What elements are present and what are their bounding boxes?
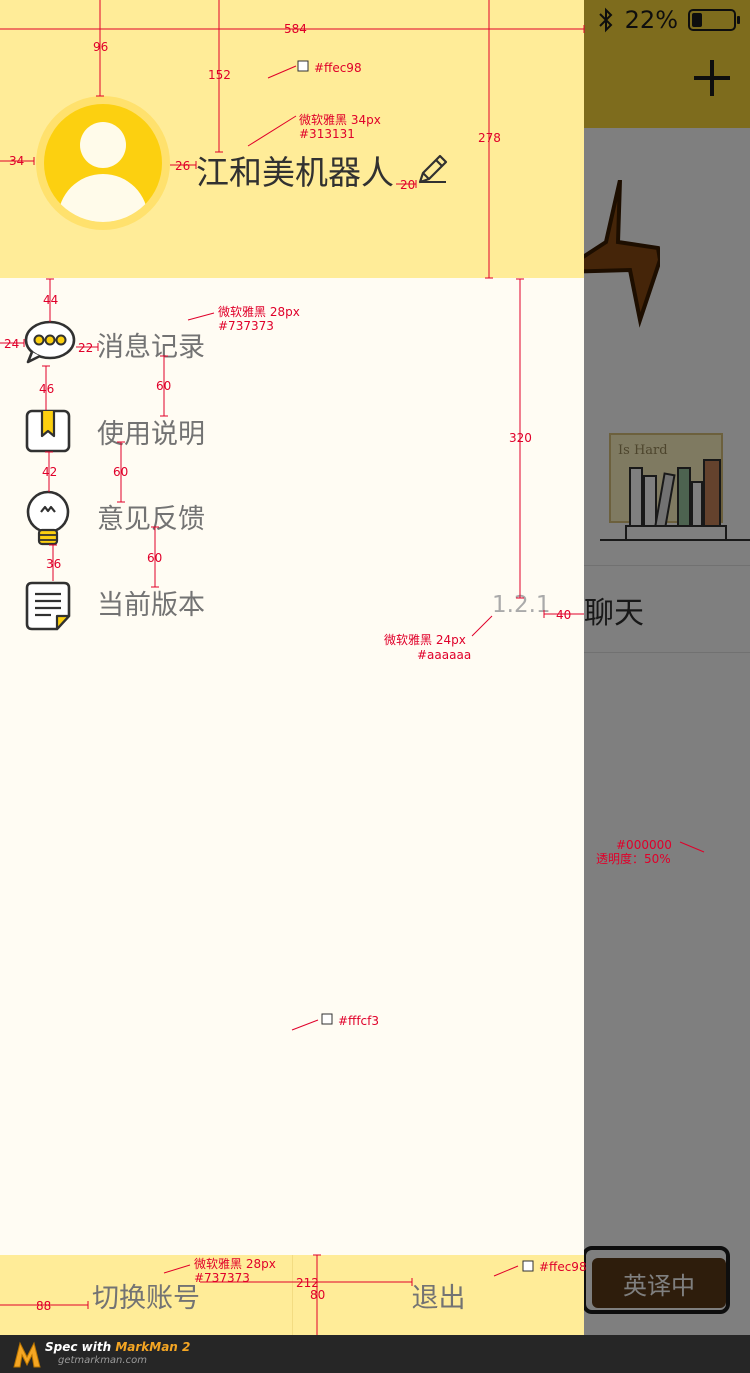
side-drawer: 江和美机器人 消息记录 使用说明 意见反馈 当前版本 1.2.1 切换账号 退出 [0,0,584,1335]
user-avatar-icon[interactable] [44,104,162,222]
markman-title: Spec with MarkMan 2 [45,1340,191,1354]
bookmark-book-icon [25,409,71,453]
menu-label-feedback: 意见反馈 [97,504,205,535]
logout-button[interactable]: 退出 [293,1255,584,1335]
markman-logo-icon [13,1341,41,1368]
user-name: 江和美机器人 [196,153,394,192]
pencil-icon[interactable] [416,152,450,186]
document-note-icon [25,581,71,631]
markman-footer-bar: Spec with MarkMan 2 getmarkman.com [0,1335,750,1373]
drawer-footer: 切换账号 退出 [0,1255,584,1335]
markman-url: getmarkman.com [58,1355,147,1366]
drawer-header: 江和美机器人 [0,0,584,278]
menu-label-instructions: 使用说明 [97,419,205,450]
lightbulb-icon [26,490,70,546]
menu-label-message-history: 消息记录 [97,332,205,363]
version-number: 1.2.1 [492,592,551,618]
chat-bubble-icon [24,320,76,364]
switch-account-button[interactable]: 切换账号 [0,1255,292,1335]
menu-label-current-version: 当前版本 [97,590,205,621]
